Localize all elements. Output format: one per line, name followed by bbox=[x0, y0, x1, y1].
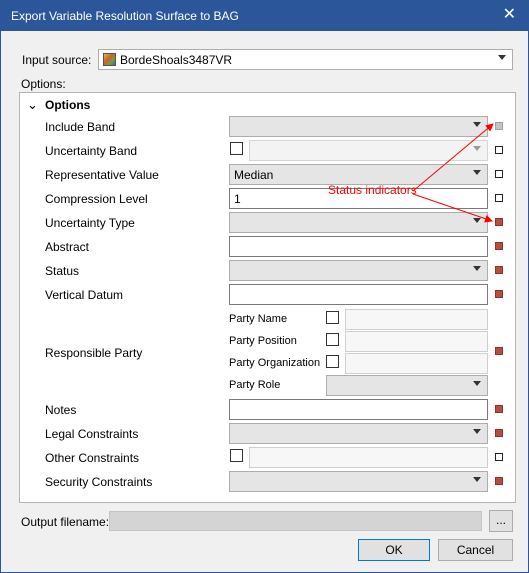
browse-button[interactable]: ... bbox=[489, 510, 513, 532]
ok-button[interactable]: OK bbox=[358, 539, 430, 561]
output-filename-label: Output filename: bbox=[21, 515, 110, 529]
output-filename-input[interactable] bbox=[109, 511, 482, 531]
cancel-button[interactable]: Cancel bbox=[438, 539, 513, 561]
export-bag-dialog: Export Variable Resolution Surface to BA… bbox=[0, 0, 529, 573]
arrow-to-red-indicator bbox=[412, 193, 493, 223]
annotation-arrows bbox=[412, 123, 494, 223]
arrow-to-top-indicator bbox=[412, 123, 494, 192]
